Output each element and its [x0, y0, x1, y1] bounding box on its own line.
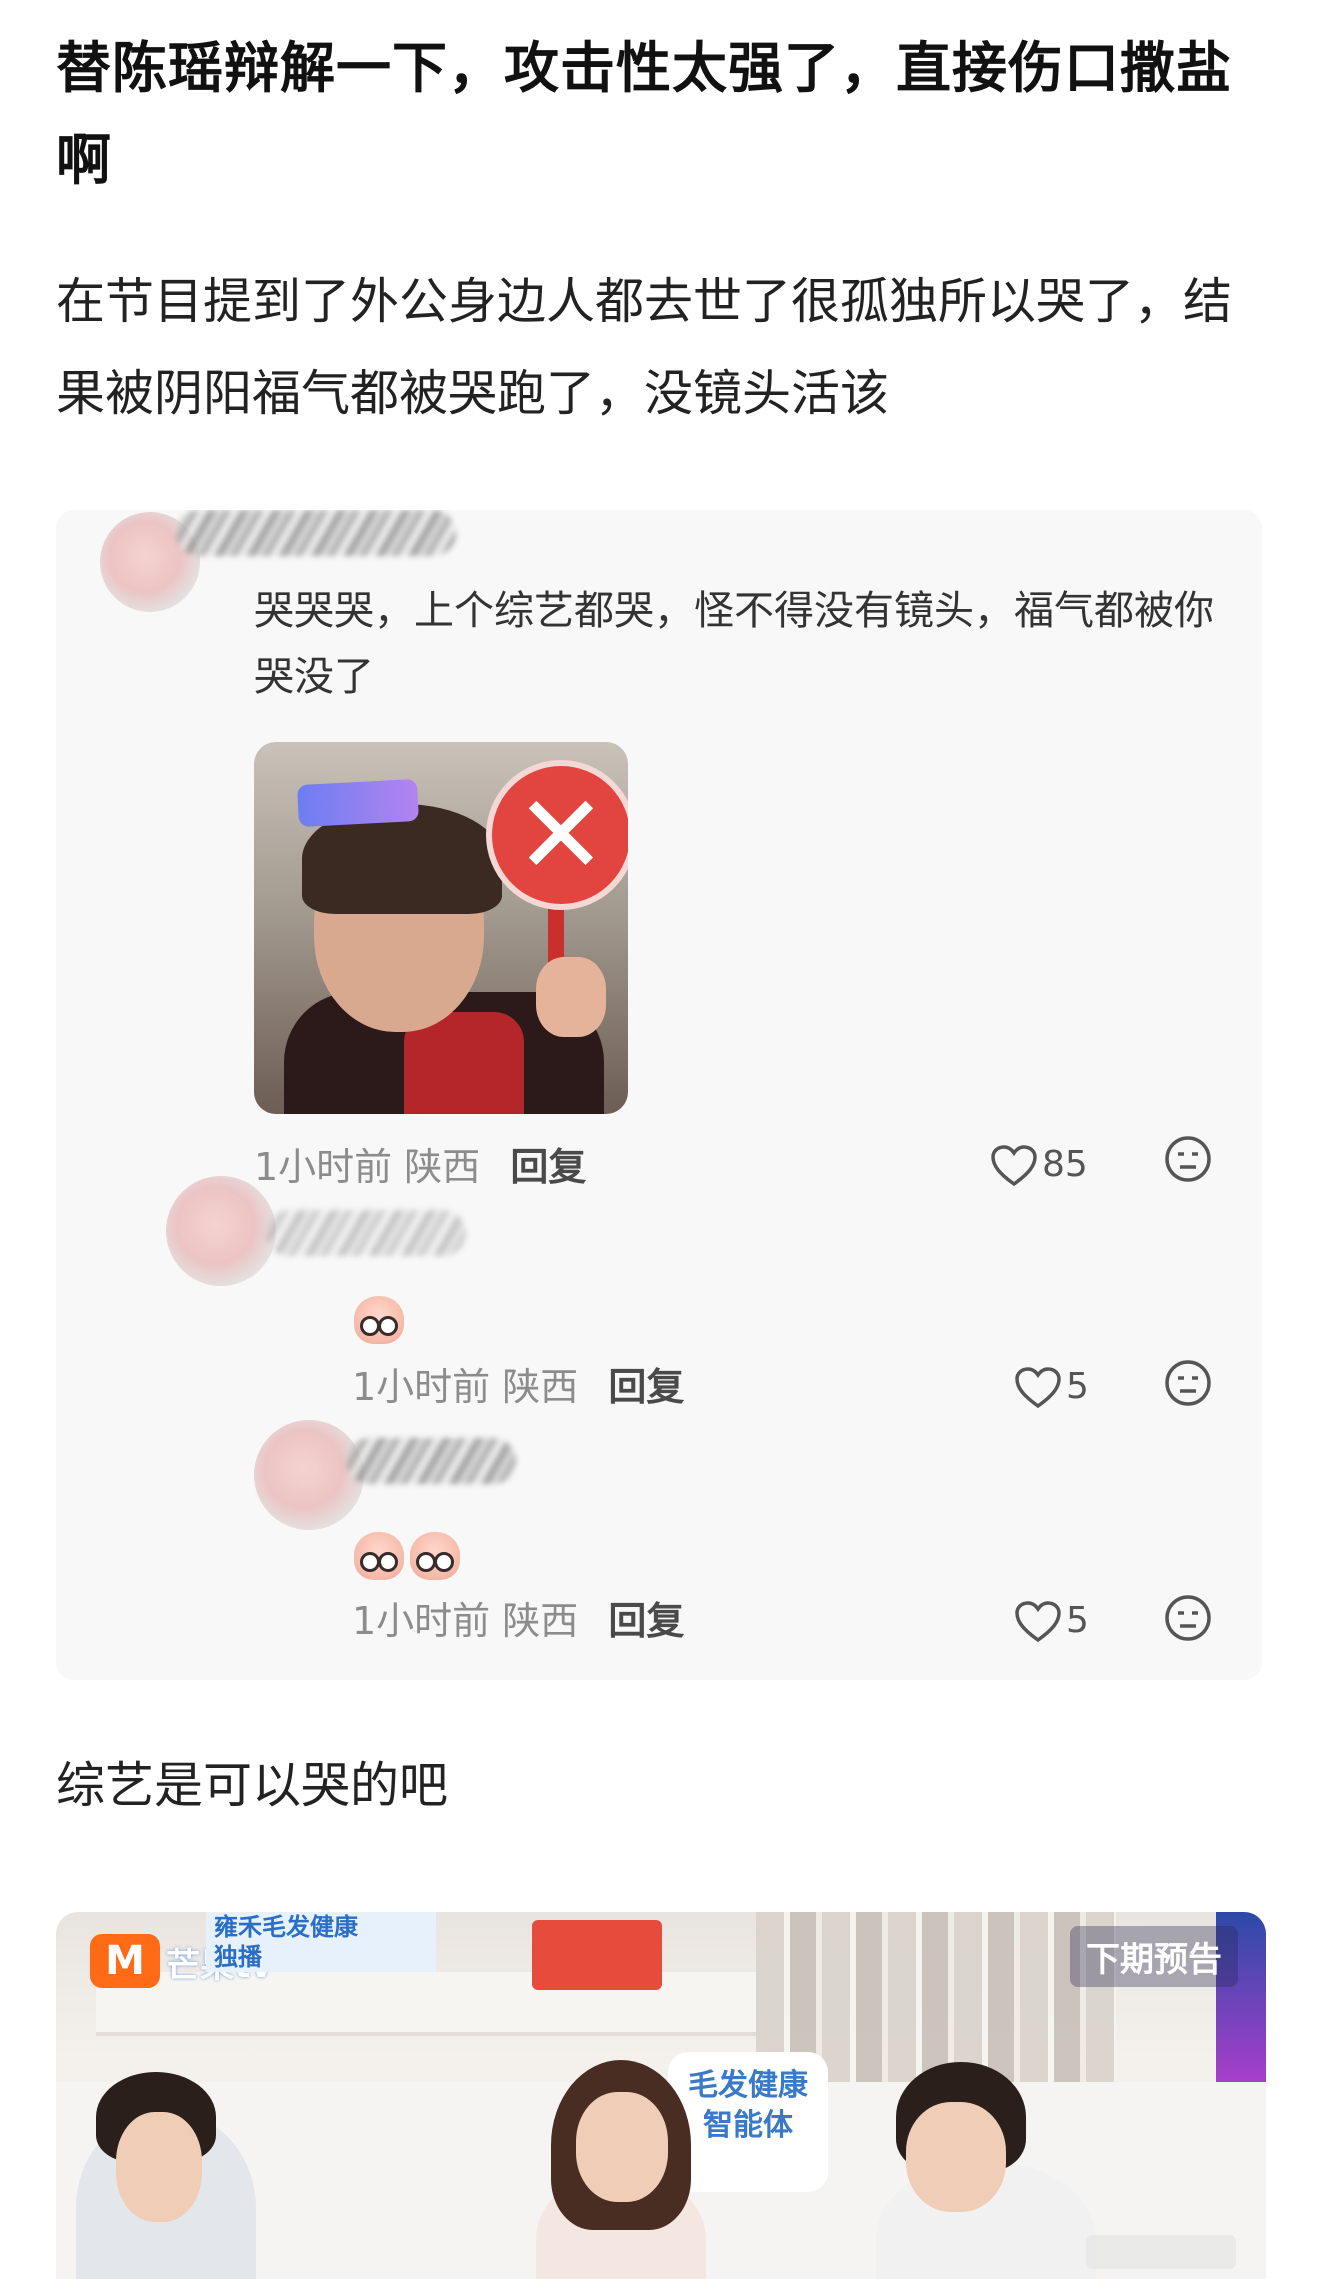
comment-time: 1小时前 [254, 1145, 393, 1189]
next-episode-label: 下期预告 [1070, 1926, 1238, 1987]
comment-location: 陕西 [502, 1365, 579, 1409]
heart-icon [991, 1145, 1037, 1187]
reply-sticker-icon [354, 1532, 404, 1580]
like-button[interactable]: 5 [1014, 1362, 1089, 1412]
comment-meta: 1小时前 陕西 回复 [254, 1142, 586, 1192]
post-title: 替陈瑶辩解一下，攻击性太强了，直接伤口撒盐啊 [56, 36, 1233, 192]
like-count: 5 [1066, 1366, 1089, 1407]
like-count: 85 [1042, 1144, 1088, 1185]
mango-tv-logo-icon: M [90, 1934, 160, 1988]
dislike-face-icon[interactable] [1164, 1135, 1212, 1183]
brand-banner: 雍禾毛发健康 独播 [206, 1912, 436, 1972]
heart-icon [1015, 1367, 1061, 1409]
comment-image[interactable]: ✕ [254, 742, 628, 1114]
heart-icon [1015, 1601, 1061, 1643]
comment-meta: 1小时前 陕西 回复 [352, 1362, 684, 1412]
blurred-username [346, 1438, 516, 1484]
like-button[interactable]: 85 [990, 1140, 1088, 1190]
avatar [254, 1420, 364, 1530]
avatar [166, 1176, 276, 1286]
reject-x-sign-icon: ✕ [486, 760, 628, 910]
pillow: 毛发健康 智能体 [668, 2052, 828, 2192]
watermark [1086, 2235, 1236, 2269]
like-button[interactable]: 5 [1014, 1596, 1089, 1646]
video-thumbnail[interactable]: M 芒果tv 雍禾毛发健康 独播 下期预告 毛发健康 智能体 [56, 1912, 1266, 2279]
comment-meta: 1小时前 陕西 回复 [352, 1596, 684, 1646]
dislike-face-icon[interactable] [1164, 1594, 1212, 1642]
blurred-username [266, 1210, 466, 1256]
comment-time: 1小时前 [352, 1365, 491, 1409]
reply-sticker-icon [354, 1296, 404, 1344]
comment-time: 1小时前 [352, 1599, 491, 1643]
comment-screenshot-card: 哭哭哭，上个综艺都哭，怪不得没有镜头，福气都被你哭没了 ✕ 1小时前 陕西 回复… [56, 510, 1262, 1680]
like-count: 5 [1066, 1600, 1089, 1641]
comment-location: 陕西 [502, 1599, 579, 1643]
blurred-username [176, 510, 456, 556]
post-paragraph: 在节目提到了外公身边人都去世了很孤独所以哭了，结果被阴阳福气都被哭跑了，没镜头活… [56, 273, 1233, 422]
dislike-face-icon[interactable] [1164, 1359, 1212, 1407]
reply-button[interactable]: 回复 [608, 1365, 684, 1409]
comment-text: 哭哭哭，上个综艺都哭，怪不得没有镜头，福气都被你哭没了 [254, 588, 1214, 700]
reply-button[interactable]: 回复 [608, 1599, 684, 1643]
comment-location: 陕西 [404, 1145, 481, 1189]
reply-button[interactable]: 回复 [510, 1145, 586, 1189]
reply-sticker-icon [410, 1532, 460, 1580]
post-paragraph: 综艺是可以哭的吧 [56, 1757, 449, 1814]
